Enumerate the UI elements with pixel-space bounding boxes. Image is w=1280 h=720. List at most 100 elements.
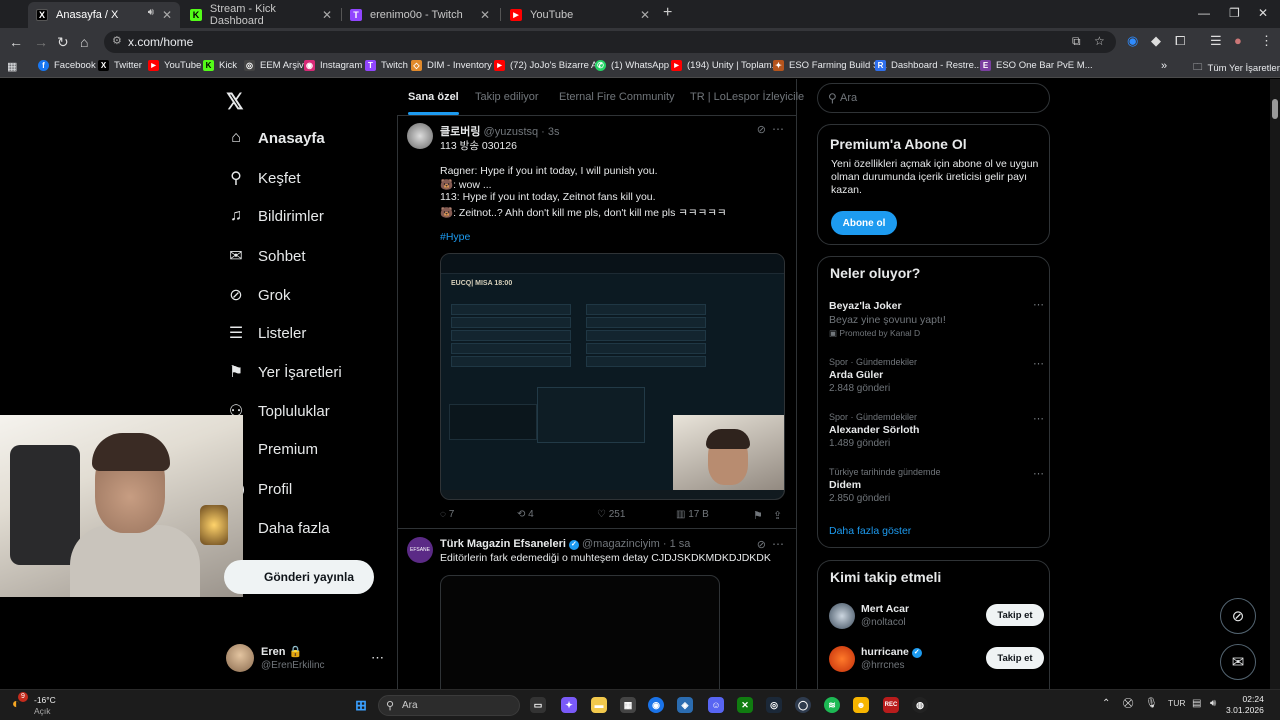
app-icon[interactable]: ◈	[677, 697, 693, 713]
discord-icon[interactable]: ☺	[708, 697, 724, 713]
spotify-icon[interactable]: ≋	[824, 697, 840, 713]
site-info-icon[interactable]: ⚙︎	[112, 34, 122, 47]
bookmark-youtube[interactable]: ▶ YouTube	[148, 60, 201, 71]
close-tab-icon[interactable]: ✕	[480, 8, 490, 22]
post-button[interactable]: Gönderi yayınla	[224, 560, 374, 594]
tab-for-you[interactable]: Sana özel	[408, 91, 459, 115]
avatar[interactable]	[407, 123, 433, 149]
copilot-icon[interactable]: ✦	[561, 697, 577, 713]
bookmark-eso-onebar[interactable]: E ESO One Bar PvE M...	[980, 60, 1093, 71]
follow-suggestion[interactable]: Mert Acar @noltacol Takip et	[829, 601, 1044, 637]
bookmark-unity[interactable]: ▶ (194) Unity | Toplam...	[671, 60, 780, 71]
apps-icon[interactable]: ▦	[7, 60, 17, 73]
show-more-link[interactable]: Daha fazla göster	[829, 525, 911, 537]
sidebar-item-chat[interactable]: ✉ Sohbet	[226, 246, 305, 266]
tab-lolespor[interactable]: TR | LoLespor İzleyicile	[690, 91, 804, 103]
like-button[interactable]: ♡ 251	[597, 509, 625, 520]
speaker-icon[interactable]: 🔊︎	[148, 7, 154, 18]
close-tab-icon[interactable]: ✕	[640, 8, 650, 22]
new-tab-icon[interactable]: +	[663, 4, 672, 22]
subscribe-button[interactable]: Abone ol	[831, 211, 897, 235]
sidebar-item-explore[interactable]: ⚲ Keşfet	[226, 168, 300, 188]
all-bookmarks[interactable]: 🗀︎ Tüm Yer İşaretleri	[1193, 60, 1280, 76]
bookmark-kick[interactable]: K Kick	[203, 60, 237, 71]
tab-kick[interactable]: K Stream - Kick Dashboard ✕	[182, 2, 340, 28]
bookmark-restream[interactable]: R Dashboard - Restre...	[875, 60, 982, 71]
install-app-icon[interactable]: ⧉	[1072, 34, 1081, 49]
sidebar-item-bookmarks[interactable]: ⚑ Yer İşaretleri	[226, 362, 342, 382]
puzzle-icon[interactable]: ⧠	[1175, 33, 1185, 49]
reload-icon[interactable]: ↻	[57, 34, 69, 51]
messages-icon[interactable]: ✉	[1220, 644, 1256, 680]
bookmark-eso-farming[interactable]: ✦ ESO Farming Build S...	[773, 60, 887, 71]
chevron-up-icon[interactable]: ⌃	[1102, 698, 1110, 709]
scrollbar[interactable]	[1270, 79, 1280, 689]
app-icon[interactable]: ☻	[853, 697, 869, 713]
menu-icon[interactable]: ⋮	[1260, 33, 1273, 49]
account-switcher[interactable]: Eren 🔒 @ErenErkilinc ⋯	[226, 644, 386, 680]
xbox-icon[interactable]: ✕	[737, 697, 753, 713]
follow-suggestion[interactable]: hurricane ✓ @hrrcnes Takip et	[829, 644, 1044, 680]
file-explorer-icon[interactable]: ▬	[591, 697, 607, 713]
microphone-icon[interactable]: 🎙︎	[1145, 698, 1158, 709]
follow-button[interactable]: Takip et	[986, 647, 1044, 669]
sidebar-item-notifications[interactable]: ♫ Bildirimler	[226, 207, 324, 225]
app-tray-icon[interactable]: ⛒	[1123, 698, 1133, 709]
url-field[interactable]: ⚙︎ x.com/home ⧉ ☆	[104, 31, 1116, 53]
avatar[interactable]: EFSANE	[407, 537, 433, 563]
sidebar-item-lists[interactable]: ☰ Listeler	[226, 323, 307, 343]
x-logo-icon[interactable]: 𝕏	[226, 89, 244, 115]
close-tab-icon[interactable]: ✕	[322, 8, 332, 22]
network-icon[interactable]: ▤	[1192, 698, 1201, 709]
task-view-icon[interactable]: ▭	[530, 697, 546, 713]
bookmark-dim[interactable]: ◇ DIM - Inventory	[411, 60, 492, 71]
extension-icon[interactable]: ◉	[1127, 33, 1138, 49]
minimize-icon[interactable]: —	[1198, 6, 1210, 20]
sidebar-item-grok[interactable]: ⊘ Grok	[226, 285, 290, 305]
trend-item[interactable]: Spor · Gündemdekiler Arda Güler 2.848 gö…	[829, 357, 1044, 394]
bookmark-icon[interactable]: ⚑	[753, 509, 763, 522]
more-icon[interactable]: ⋯	[371, 650, 384, 666]
views-button[interactable]: ▥ 17 B	[676, 509, 709, 520]
trend-item[interactable]: Spor · Gündemdekiler Alexander Sörloth 1…	[829, 412, 1044, 449]
grok-icon[interactable]: ⊘	[1220, 598, 1256, 634]
reply-button[interactable]: ◌ 7	[440, 509, 454, 520]
chevron-right-icon[interactable]: »	[1161, 60, 1167, 72]
star-icon[interactable]: ☆	[1094, 34, 1105, 48]
volume-icon[interactable]: 🔊︎	[1210, 698, 1216, 709]
search-input[interactable]: ⚲ Ara	[817, 83, 1050, 113]
hashtag-link[interactable]: #Hype	[440, 231, 470, 243]
bookmark-twitch[interactable]: T Twitch	[365, 60, 408, 71]
avatar[interactable]: ●	[1234, 33, 1242, 48]
home-icon[interactable]: ⌂	[80, 34, 88, 50]
taskbar-search[interactable]: ⚲ Ara	[378, 695, 520, 716]
obs-icon[interactable]: ◍	[912, 697, 928, 713]
sidebar-item-home[interactable]: ⌂ Anasayfa	[226, 129, 325, 147]
grok-icon[interactable]: ⊘	[757, 538, 766, 551]
bookmark-jojo[interactable]: ▶ (72) JoJo's Bizarre A...	[494, 60, 605, 71]
bookmark-whatsapp[interactable]: ✆ (1) WhatsApp	[595, 60, 669, 71]
media-icon[interactable]: ☰	[1210, 33, 1222, 49]
app-icon[interactable]: REC	[883, 697, 899, 713]
tab-following[interactable]: Takip ediliyor	[475, 91, 539, 103]
more-icon[interactable]: ⋯	[772, 122, 784, 136]
app-icon[interactable]: ◯	[795, 697, 811, 713]
more-icon[interactable]: ⋯	[772, 537, 784, 551]
grok-icon[interactable]: ⊘	[757, 123, 766, 136]
clock[interactable]: 02:24 3.01.2026	[1226, 694, 1264, 716]
close-window-icon[interactable]: ✕	[1258, 6, 1268, 20]
repost-button[interactable]: ⟲ 4	[517, 509, 534, 520]
tweet-media-video[interactable]: EUCQ| MISA 18:00	[440, 253, 785, 500]
bookmark-twitter[interactable]: X Twitter	[98, 60, 142, 71]
extension-icon[interactable]: ◆	[1151, 33, 1161, 49]
bookmark-eem[interactable]: ◎ EEM Arşiv	[244, 60, 304, 71]
maximize-icon[interactable]: ❐	[1229, 6, 1240, 20]
bookmark-instagram[interactable]: ◉ Instagram	[304, 60, 362, 71]
tab-youtube[interactable]: ▶ YouTube ✕	[502, 2, 658, 28]
steam-icon[interactable]: ◎	[766, 697, 782, 713]
windows-start-icon[interactable]: ⊞	[353, 697, 369, 713]
app-icon[interactable]: ▦	[620, 697, 636, 713]
chrome-icon[interactable]: ◉	[648, 697, 664, 713]
tweet-media-video[interactable]	[440, 575, 720, 705]
follow-button[interactable]: Takip et	[986, 604, 1044, 626]
